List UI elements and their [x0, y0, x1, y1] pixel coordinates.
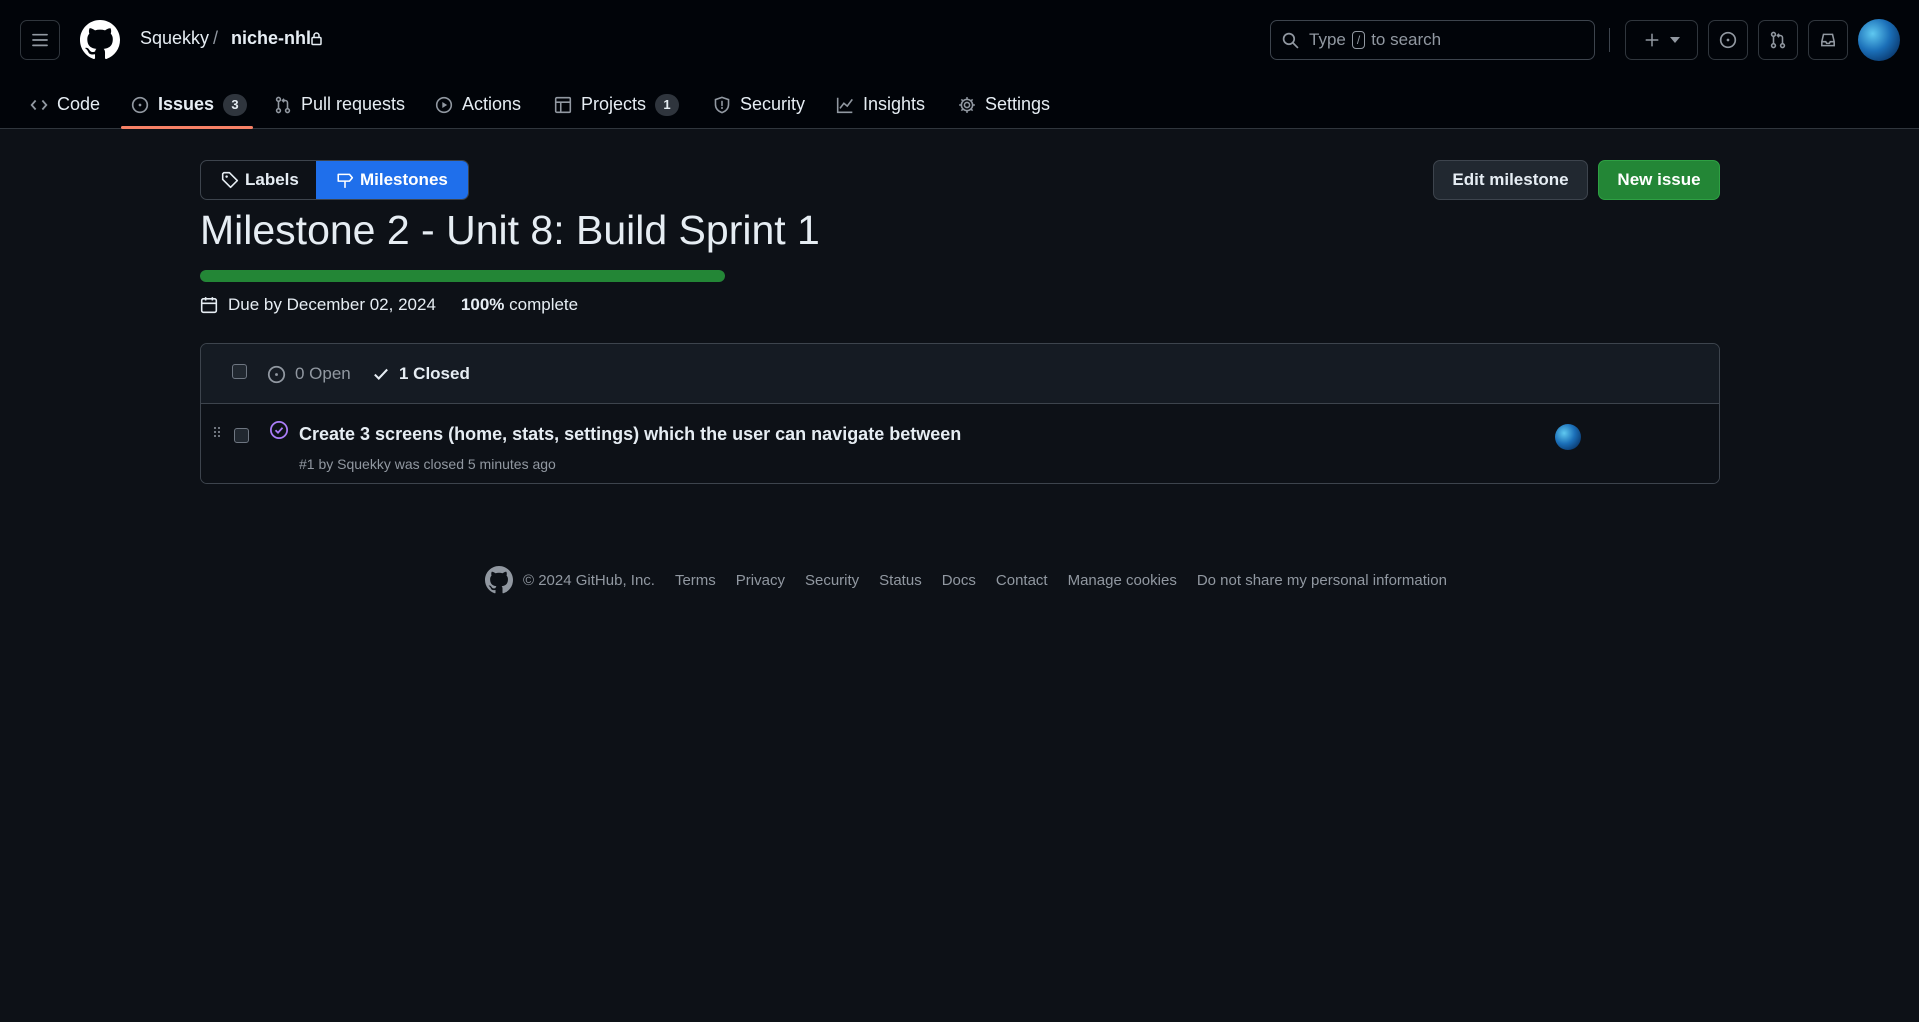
tab-insights-label: Insights	[863, 94, 926, 114]
git-pull-request-icon	[1769, 31, 1787, 49]
issue-opened-icon	[131, 96, 149, 114]
issues-list-header: 0 Open 1 Closed	[201, 344, 1719, 404]
tab-security-label: Security	[740, 94, 806, 114]
header-divider	[1609, 28, 1610, 52]
open-issues-filter[interactable]: 0 Open	[267, 364, 351, 384]
issue-subtitle: #1 by Squekky was closed 5 minutes ago	[299, 456, 556, 472]
active-tab-underline	[121, 126, 253, 129]
breadcrumb-separator: /	[213, 28, 219, 48]
pull-requests-shortcut-button[interactable]	[1758, 20, 1798, 60]
tab-code-label: Code	[57, 94, 101, 114]
search-input[interactable]: Type / to search	[1270, 20, 1595, 60]
edit-milestone-button[interactable]: Edit milestone	[1433, 160, 1588, 200]
issue-row[interactable]: Create 3 screens (home, stats, settings)…	[201, 404, 1719, 483]
gear-icon	[958, 96, 976, 114]
tab-code[interactable]: Code	[30, 80, 100, 129]
select-all-checkbox[interactable]	[232, 364, 247, 379]
search-shortcut-key: /	[1351, 31, 1366, 49]
footer-link-manage-cookies[interactable]: Manage cookies	[1068, 572, 1177, 589]
milestone-percent-value: 100%	[460, 295, 505, 314]
milestone-percent: 100% complete	[461, 295, 578, 315]
assignee-avatar[interactable]	[1555, 424, 1581, 450]
tab-settings[interactable]: Settings	[958, 80, 1050, 129]
code-icon	[30, 96, 48, 114]
open-issues-label: 0 Open	[295, 364, 351, 383]
issue-opened-icon	[267, 365, 286, 384]
tag-icon	[221, 171, 239, 189]
plus-icon	[1644, 32, 1660, 48]
tab-pull-requests-label: Pull requests	[301, 94, 406, 114]
inbox-icon	[1819, 31, 1837, 49]
milestone-meta: Due by December 02, 2024 100% complete	[200, 295, 578, 315]
app-header: Squekky / niche-nhl Type / to search Cod…	[0, 0, 1919, 129]
tab-issues[interactable]: Issues 3	[131, 80, 248, 129]
git-pull-request-icon	[274, 96, 292, 114]
tab-projects[interactable]: Projects 1	[554, 80, 680, 129]
check-icon	[372, 365, 390, 383]
footer-link-security[interactable]: Security	[805, 572, 859, 589]
footer-link-status[interactable]: Status	[879, 572, 922, 589]
table-icon	[554, 96, 572, 114]
create-new-button[interactable]	[1625, 20, 1698, 60]
menu-button[interactable]	[20, 20, 60, 60]
footer-link-do-not-share[interactable]: Do not share my personal information	[1197, 572, 1447, 589]
milestone-percent-suffix: complete	[509, 295, 579, 314]
page-footer: © 2024 GitHub, Inc. Terms Privacy Securi…	[485, 564, 1467, 596]
search-placeholder-before: Type	[1309, 30, 1346, 49]
issue-title-link[interactable]: Create 3 screens (home, stats, settings)…	[299, 424, 961, 445]
issues-shortcut-button[interactable]	[1708, 20, 1748, 60]
tab-settings-label: Settings	[985, 94, 1051, 114]
closed-issues-filter[interactable]: 1 Closed	[372, 364, 470, 384]
triangle-down-icon	[1669, 37, 1680, 43]
milestone-title: Milestone 2 - Unit 8: Build Sprint 1	[200, 207, 820, 253]
footer-link-terms[interactable]: Terms	[675, 572, 716, 589]
closed-issues-label: 1 Closed	[399, 364, 470, 383]
breadcrumb-owner[interactable]: Squekky	[140, 28, 209, 49]
graph-icon	[836, 96, 854, 114]
issue-checkbox[interactable]	[234, 428, 249, 443]
tab-issues-label: Issues	[158, 94, 215, 114]
new-issue-button[interactable]: New issue	[1598, 160, 1720, 200]
search-placeholder-after: to search	[1371, 30, 1442, 49]
repo-nav: Code Issues 3 Pull requests Actions Proj…	[0, 80, 1919, 129]
calendar-icon	[200, 296, 218, 314]
issue-opened-icon	[1719, 31, 1737, 49]
milestones-button-label: Milestones	[360, 170, 448, 189]
inbox-button[interactable]	[1808, 20, 1848, 60]
tab-pull-requests[interactable]: Pull requests	[274, 80, 405, 129]
tab-actions-label: Actions	[462, 94, 522, 114]
lock-icon	[310, 31, 323, 46]
milestone-due-date: Due by December 02, 2024	[228, 295, 436, 314]
tab-insights[interactable]: Insights	[836, 80, 925, 129]
issues-counter: 3	[223, 93, 248, 116]
footer-copyright: © 2024 GitHub, Inc.	[523, 571, 655, 589]
projects-counter: 1	[655, 93, 680, 116]
tab-projects-label: Projects	[581, 94, 647, 114]
issue-closed-icon	[269, 420, 289, 440]
milestone-progress-fill	[200, 270, 725, 282]
milestones-button[interactable]: Milestones	[316, 161, 468, 199]
hamburger-icon	[31, 31, 49, 49]
issues-list: 0 Open 1 Closed Create 3 screens (home, …	[200, 343, 1720, 484]
labels-button-label: Labels	[245, 170, 299, 189]
play-icon	[435, 96, 453, 114]
shield-icon	[713, 96, 731, 114]
breadcrumb-repo[interactable]: niche-nhl	[231, 28, 311, 49]
footer-link-contact[interactable]: Contact	[996, 572, 1048, 589]
milestone-icon	[336, 171, 354, 189]
tab-security[interactable]: Security	[713, 80, 805, 129]
tab-actions[interactable]: Actions	[435, 80, 521, 129]
labels-button[interactable]: Labels	[201, 161, 316, 199]
labels-milestones-switcher: Labels Milestones	[200, 160, 469, 200]
header-top-bar: Squekky / niche-nhl Type / to search	[0, 0, 1919, 80]
user-avatar[interactable]	[1858, 19, 1900, 61]
search-icon	[1282, 32, 1299, 49]
footer-link-privacy[interactable]: Privacy	[736, 572, 785, 589]
footer-link-docs[interactable]: Docs	[942, 572, 976, 589]
milestone-progress-bar	[200, 270, 725, 282]
grabber-icon[interactable]	[213, 426, 221, 438]
github-logo-icon[interactable]	[80, 20, 120, 60]
github-footer-logo-icon[interactable]	[485, 566, 513, 594]
